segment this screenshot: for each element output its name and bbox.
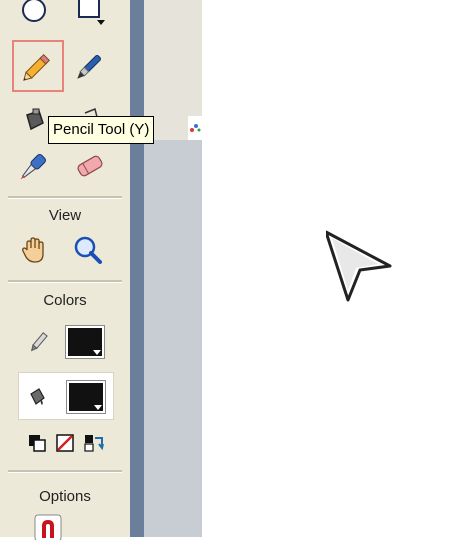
- pencil-tool-tooltip: Pencil Tool (Y): [48, 116, 155, 144]
- hand-icon: [22, 237, 44, 263]
- options-section-label: Options: [39, 488, 91, 505]
- pencil-icon: [23, 53, 51, 81]
- hand-tool-button[interactable]: [12, 228, 56, 272]
- view-section-label: View: [48, 207, 82, 224]
- arrow-cursor-icon: [324, 230, 394, 306]
- swap-colors-icon[interactable]: [84, 434, 104, 456]
- default-colors-icon[interactable]: [28, 434, 46, 456]
- object-drawing-option-button[interactable]: [34, 514, 62, 544]
- fill-color-swatch[interactable]: [67, 381, 105, 413]
- rectangle-icon: [78, 0, 105, 25]
- stroke-color-swatch[interactable]: [66, 326, 104, 358]
- eraser-tool-button[interactable]: [68, 144, 112, 188]
- eraser-icon: [77, 155, 103, 177]
- separator: [8, 470, 122, 473]
- eyedropper-icon: [20, 154, 46, 180]
- panel-divider[interactable]: [130, 0, 144, 537]
- stage-canvas[interactable]: [202, 0, 471, 537]
- chevron-down-icon: [94, 405, 102, 410]
- pencil-tool-button[interactable]: [12, 40, 64, 92]
- separator: [8, 280, 122, 283]
- no-color-icon[interactable]: [56, 434, 74, 456]
- ink-bottle-icon: [26, 108, 44, 131]
- zoom-tool-button[interactable]: [66, 228, 110, 272]
- circle-icon: [22, 0, 46, 22]
- stage-gutter-lower: [144, 140, 202, 537]
- fill-bucket-icon: [25, 385, 49, 413]
- stroke-color-pencil-icon: [26, 328, 52, 358]
- rectangle-tool-button[interactable]: [68, 0, 112, 32]
- oval-tool-button[interactable]: [12, 0, 56, 32]
- separator: [8, 196, 122, 199]
- brush-icon: [77, 55, 101, 79]
- magnet-icon: [34, 514, 62, 542]
- colors-section-label: Colors: [43, 292, 87, 309]
- tools-panel: View Colors Options: [0, 0, 131, 542]
- eyedropper-tool-button[interactable]: [12, 144, 56, 188]
- fill-color-selector[interactable]: [18, 372, 114, 420]
- magnifier-icon: [74, 236, 102, 264]
- chevron-down-icon: [93, 350, 101, 355]
- brush-tool-button[interactable]: [68, 44, 112, 88]
- partial-toolbar-icon[interactable]: [188, 116, 202, 140]
